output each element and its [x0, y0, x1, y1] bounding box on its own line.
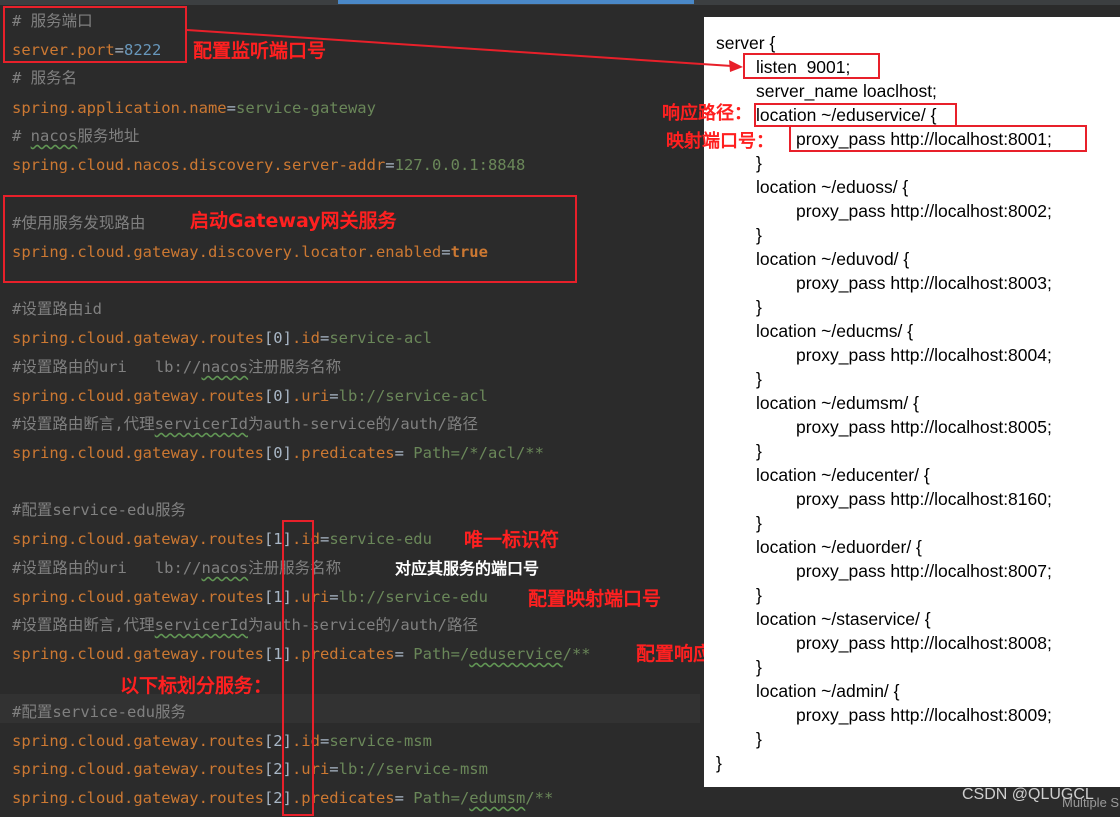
port-arrow-icon: [186, 29, 743, 72]
watermark: CSDN @QLUGCL: [962, 786, 1094, 803]
